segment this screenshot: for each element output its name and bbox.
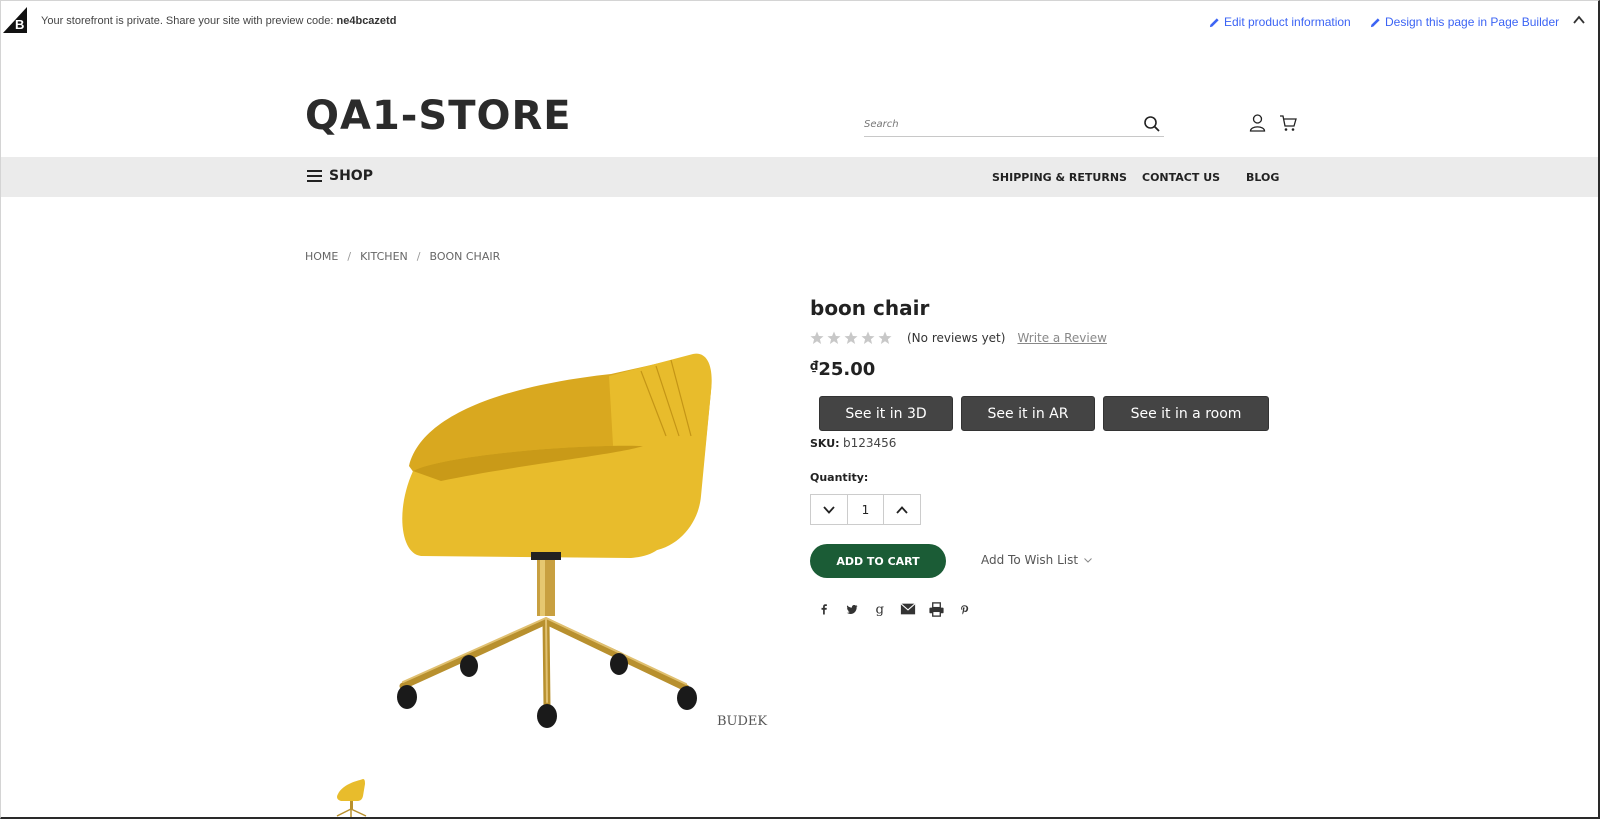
email-icon[interactable]	[899, 600, 917, 618]
write-review-link[interactable]: Write a Review	[1017, 331, 1106, 345]
google-icon[interactable]: g	[871, 600, 889, 618]
image-watermark: BUDEK	[717, 714, 768, 729]
store-logo[interactable]: QA1-STORE	[305, 93, 572, 139]
cart-icon[interactable]	[1279, 114, 1297, 132]
see-in-room-button[interactable]: See it in a room	[1103, 396, 1269, 431]
quantity-decrease-button[interactable]	[811, 495, 847, 524]
user-icon[interactable]	[1249, 114, 1266, 132]
star-icon	[827, 331, 841, 344]
breadcrumb-separator: /	[347, 250, 352, 263]
print-icon[interactable]	[927, 600, 945, 618]
hamburger-icon	[307, 170, 322, 182]
nav-link-shipping[interactable]: SHIPPING & RETURNS	[992, 171, 1127, 184]
see-in-ar-button[interactable]: See it in AR	[961, 396, 1095, 431]
chevron-up-icon	[896, 505, 908, 514]
search-bar	[864, 111, 1164, 137]
see-in-3d-button[interactable]: See it in 3D	[819, 396, 953, 431]
add-to-wishlist-button[interactable]: Add To Wish List	[981, 553, 1092, 567]
preview-code: ne4bcazetd	[336, 15, 397, 27]
sku-label: SKU:	[810, 437, 840, 450]
product-thumbnail[interactable]	[332, 776, 372, 819]
wishlist-label: Add To Wish List	[981, 553, 1079, 567]
breadcrumb-current: BOON CHAIR	[429, 250, 501, 263]
star-icon	[844, 331, 858, 344]
pencil-icon	[1370, 17, 1380, 27]
chevron-down-icon	[1084, 557, 1092, 563]
shop-label: SHOP	[329, 168, 373, 184]
reviews-count: (No reviews yet)	[907, 331, 1006, 345]
rating-row: (No reviews yet) Write a Review	[810, 331, 1107, 345]
sku-value: b123456	[843, 436, 897, 450]
shop-menu-button[interactable]: SHOP	[307, 168, 373, 184]
preview-bar: B Your storefront is private. Share your…	[1, 1, 1598, 41]
twitter-icon[interactable]	[843, 600, 861, 618]
star-icon	[810, 331, 824, 344]
chevron-up-icon[interactable]	[1572, 13, 1586, 27]
search-input[interactable]	[864, 115, 1134, 133]
price-value: 25.00	[818, 359, 876, 380]
breadcrumb-separator: /	[416, 250, 421, 263]
page-builder-label: Design this page in Page Builder	[1385, 15, 1560, 29]
edit-product-label: Edit product information	[1224, 15, 1351, 29]
nav-link-contact[interactable]: CONTACT US	[1142, 171, 1220, 184]
storefront-page: B Your storefront is private. Share your…	[0, 0, 1600, 819]
product-title: boon chair	[810, 296, 930, 320]
share-icons: g	[815, 600, 983, 618]
breadcrumb: HOME / KITCHEN / BOON CHAIR	[305, 250, 500, 263]
edit-product-link[interactable]: Edit product information	[1209, 15, 1351, 29]
preview-message: Your storefront is private. Share your s…	[41, 15, 396, 27]
quantity-label: Quantity:	[810, 471, 869, 484]
bigcommerce-logo-icon[interactable]: B	[3, 7, 27, 33]
search-icon[interactable]	[1143, 115, 1161, 133]
preview-message-text: Your storefront is private. Share your s…	[41, 15, 337, 27]
star-icon	[861, 331, 875, 344]
quantity-input[interactable]	[847, 495, 884, 524]
breadcrumb-kitchen[interactable]: KITCHEN	[360, 250, 408, 263]
svg-text:g: g	[876, 602, 885, 617]
main-nav: SHOP SHIPPING & RETURNS CONTACT US BLOG	[1, 157, 1598, 197]
chevron-down-icon	[823, 505, 835, 514]
pinterest-icon[interactable]	[955, 600, 973, 618]
product-price: ₫25.00	[810, 359, 875, 380]
quantity-increase-button[interactable]	[884, 495, 920, 524]
quantity-stepper	[810, 494, 921, 525]
add-to-cart-button[interactable]: ADD TO CART	[810, 544, 946, 578]
pencil-icon	[1209, 17, 1219, 27]
facebook-icon[interactable]	[815, 600, 833, 618]
star-icon	[878, 331, 892, 344]
page-builder-link[interactable]: Design this page in Page Builder	[1370, 15, 1559, 29]
svg-text:B: B	[15, 17, 24, 32]
breadcrumb-home[interactable]: HOME	[305, 250, 338, 263]
nav-link-blog[interactable]: BLOG	[1246, 171, 1279, 184]
product-main-image[interactable]	[381, 296, 781, 756]
